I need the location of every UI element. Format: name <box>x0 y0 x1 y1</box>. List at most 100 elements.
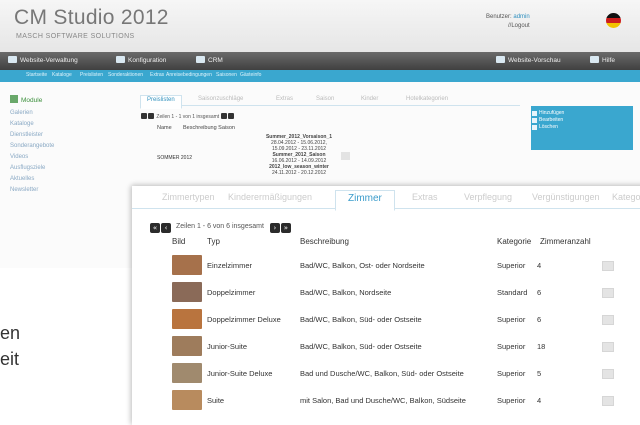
col-header-beschreibung[interactable]: Beschreibung Saison <box>183 125 235 131</box>
col-header-kategorie[interactable]: Kategorie <box>497 237 531 246</box>
table-row[interactable]: Doppelzimmer Deluxe Bad/WC, Balkon, Süd-… <box>142 305 637 333</box>
nav-crm[interactable]: CRM <box>196 56 223 64</box>
mini-pager: Zeilen 1 - 1 von 1 insgesamt <box>141 113 235 120</box>
tab-saisonzuschlaege[interactable]: Saisonzuschläge <box>192 95 249 107</box>
cell-typ: Einzelzimmer <box>207 261 253 270</box>
sidebar-item[interactable]: Ausflugsziele <box>10 165 100 176</box>
col-header-beschreibung[interactable]: Beschreibung <box>300 237 349 246</box>
config-icon <box>116 56 125 63</box>
sidebar: Module Galerien Kataloge Dienstleister S… <box>10 95 100 198</box>
subnav-item[interactable]: Sonderaktionen <box>108 72 143 78</box>
subnav-item[interactable]: Saisonen <box>216 72 237 78</box>
tab-saison[interactable]: Saison <box>310 95 340 107</box>
delete-button[interactable]: Löschen <box>531 124 633 131</box>
sidebar-item[interactable]: Sonderangebote <box>10 143 100 154</box>
module-icon <box>10 95 18 103</box>
edit-icon[interactable] <box>602 396 614 406</box>
tab-extras[interactable]: Extras <box>412 192 438 202</box>
table-row[interactable]: Junior-Suite Bad/WC, Balkon, Süd- oder O… <box>142 332 637 360</box>
cell-zimmeranzahl: 4 <box>537 261 542 270</box>
tab-zimmer[interactable]: Zimmer <box>335 190 395 211</box>
nav-website-vorschau[interactable]: Website-Vorschau <box>496 56 561 64</box>
tab-extras[interactable]: Extras <box>270 95 299 107</box>
edit-icon[interactable] <box>341 152 350 160</box>
season-list: Summer_2012_Vorsaison_1 28.04.2012 - 15.… <box>244 134 354 176</box>
sidebar-item[interactable]: Kataloge <box>10 121 100 132</box>
nav-hilfe[interactable]: Hilfe <box>590 56 615 64</box>
col-header-name[interactable]: Name <box>157 125 172 131</box>
subnav-item[interactable]: Preislisten <box>80 72 103 78</box>
col-header-bild[interactable]: Bild <box>172 237 185 246</box>
cell-beschreibung: mit Salon, Bad und Dusche/WC, Balkon, Sü… <box>300 396 466 405</box>
cell-typ: Doppelzimmer <box>207 288 256 297</box>
first-page-button[interactable]: « <box>150 223 160 233</box>
tab-kinder[interactable]: Kinder <box>355 95 384 107</box>
crm-icon <box>196 56 205 63</box>
logout-link[interactable]: //Logout <box>486 22 530 31</box>
sidebar-item[interactable]: Aktuelles <box>10 176 100 187</box>
user-name-link[interactable]: admin <box>513 14 529 20</box>
table-row[interactable]: Einzelzimmer Bad/WC, Balkon, Ost- oder N… <box>142 251 637 279</box>
room-thumbnail[interactable] <box>172 309 202 329</box>
tab-verpflegung[interactable]: Verpflegung <box>464 192 512 202</box>
tab-verguenstigungen[interactable]: Vergünstigungen <box>532 192 600 202</box>
table-row[interactable]: Suite mit Salon, Bad und Dusche/WC, Balk… <box>142 386 637 414</box>
nav-label: CRM <box>208 57 223 64</box>
cell-kategorie: Superior <box>497 261 526 270</box>
edit-icon[interactable] <box>602 315 614 325</box>
subnav-item[interactable]: Gästeinfo <box>240 72 261 78</box>
col-header-typ[interactable]: Typ <box>207 237 220 246</box>
subnav-item[interactable]: Startseite <box>26 72 47 78</box>
sub-nav: Startseite Kataloge Preislisten Sonderak… <box>0 70 640 82</box>
prev-page-button[interactable]: ‹ <box>161 223 171 233</box>
nav-label: Website-Vorschau <box>508 57 561 64</box>
row-name: SOMMER 2012 <box>157 155 193 161</box>
room-thumbnail[interactable] <box>172 390 202 410</box>
next-page-icon[interactable] <box>220 113 227 119</box>
last-page-icon[interactable] <box>227 113 234 119</box>
nav-website-verwaltung[interactable]: Website-Verwaltung <box>8 56 78 64</box>
table-row[interactable]: Junior-Suite Deluxe Bad und Dusche/WC, B… <box>142 359 637 387</box>
room-thumbnail[interactable] <box>172 363 202 383</box>
subnav-item[interactable]: Kataloge <box>52 72 72 78</box>
room-thumbnail[interactable] <box>172 255 202 275</box>
cell-kategorie: Superior <box>497 342 526 351</box>
cell-zimmeranzahl: 6 <box>537 288 542 297</box>
tab-zimmertypen[interactable]: Zimmertypen <box>162 192 215 202</box>
next-page-button[interactable]: › <box>269 223 280 233</box>
language-flag-icon[interactable] <box>606 13 621 28</box>
tab-kategorien[interactable]: Kategorien <box>612 192 640 202</box>
subnav-item[interactable]: Anreisebedingungen <box>166 72 212 78</box>
cell-zimmeranzahl: 18 <box>537 342 546 351</box>
edit-icon[interactable] <box>602 342 614 352</box>
nav-konfiguration[interactable]: Konfiguration <box>116 56 166 64</box>
cell-typ: Doppelzimmer Deluxe <box>207 315 281 324</box>
tab-preislisten[interactable]: Preislisten <box>140 95 182 109</box>
background-slide-text: en eit <box>0 320 20 372</box>
main-nav: Website-Verwaltung Konfiguration CRM Web… <box>0 52 640 70</box>
edit-icon[interactable] <box>602 369 614 379</box>
first-page-icon[interactable] <box>141 113 147 119</box>
room-thumbnail[interactable] <box>172 282 202 302</box>
subnav-item[interactable]: Extras <box>150 72 164 78</box>
edit-icon[interactable] <box>602 261 614 271</box>
sidebar-heading-label: Module <box>21 97 43 104</box>
edit-button[interactable]: Bearbeiten <box>531 117 633 124</box>
tab-kinderermaessigungen[interactable]: Kinderermäßigungen <box>228 192 312 202</box>
edit-icon[interactable] <box>602 288 614 298</box>
col-header-zimmeranzahl[interactable]: Zimmeranzahl <box>540 237 591 246</box>
table-row[interactable]: Doppelzimmer Bad/WC, Balkon, Nordseite S… <box>142 278 637 306</box>
cell-beschreibung: Bad/WC, Balkon, Süd- oder Ostseite <box>300 315 422 324</box>
sidebar-item[interactable]: Dienstleister <box>10 132 100 143</box>
room-thumbnail[interactable] <box>172 336 202 356</box>
cell-kategorie: Superior <box>497 369 526 378</box>
sidebar-item[interactable]: Videos <box>10 154 100 165</box>
last-page-button[interactable]: » <box>280 223 291 233</box>
user-label: Benutzer: <box>486 14 512 20</box>
prev-page-icon[interactable] <box>148 113 154 119</box>
sidebar-item[interactable]: Newsletter <box>10 187 100 198</box>
tab-hotelkategorien[interactable]: Hotelkategorien <box>400 95 454 107</box>
nav-label: Hilfe <box>602 57 616 64</box>
sidebar-item[interactable]: Galerien <box>10 110 100 121</box>
add-button[interactable]: Hinzufügen <box>531 110 633 117</box>
